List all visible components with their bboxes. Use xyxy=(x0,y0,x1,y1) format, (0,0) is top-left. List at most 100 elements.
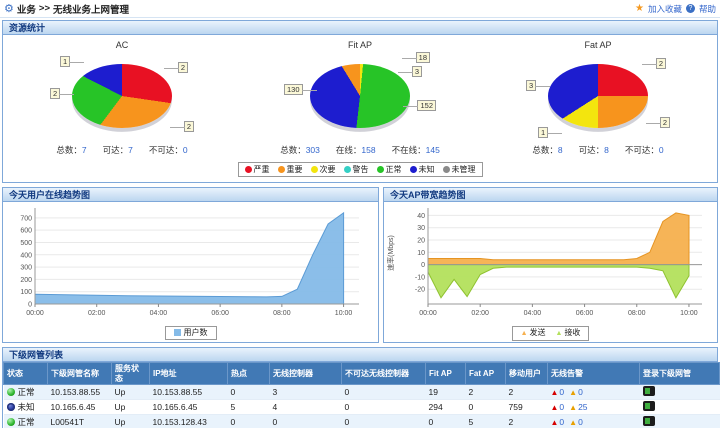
unreachable-controller-cell[interactable]: 0 xyxy=(342,400,426,415)
service-status-cell: Up xyxy=(112,415,150,428)
major-alarm-count[interactable]: 25 xyxy=(578,402,587,412)
status-unknown-icon xyxy=(7,403,15,411)
fat-ap-pie[interactable] xyxy=(548,64,648,128)
help-icon[interactable]: ? xyxy=(686,4,695,13)
fit-ap-pie-chart: 18 3 130 152 xyxy=(258,52,462,140)
svg-text:300: 300 xyxy=(20,265,32,272)
stat-label: 总数： xyxy=(56,145,82,155)
mobile-user-cell[interactable]: 2 xyxy=(506,415,548,428)
stat-value[interactable]: 8 xyxy=(604,145,609,155)
fit-ap-cell[interactable]: 0 xyxy=(426,415,466,428)
breadcrumb-root-link[interactable]: 业务 xyxy=(17,2,36,16)
login-nms-cell xyxy=(640,415,720,428)
fat-ap-pie-stats: 总数：8 可达：8 不可达：0 xyxy=(479,144,717,156)
critical-alarm-count[interactable]: 0 xyxy=(559,402,564,412)
pie-callout: 152 xyxy=(417,100,436,111)
fit-ap-cell[interactable]: 294 xyxy=(426,400,466,415)
nms-name-cell[interactable]: L00541T xyxy=(48,415,112,428)
fat-ap-pie-block: Fat AP 2 2 1 3 总数：8 可达：8 不可达：0 xyxy=(479,38,717,156)
mobile-user-cell[interactable]: 2 xyxy=(506,385,548,400)
hotspot-cell[interactable]: 0 xyxy=(228,415,270,428)
severity-dot-icon xyxy=(344,166,351,173)
severity-legend-item: 未知 xyxy=(410,164,435,175)
stat-value[interactable]: 158 xyxy=(361,145,375,155)
fit-ap-cell[interactable]: 19 xyxy=(426,385,466,400)
svg-text:06:00: 06:00 xyxy=(576,310,594,317)
svg-text:20: 20 xyxy=(417,238,425,245)
fit-ap-pie[interactable] xyxy=(310,64,410,128)
favorite-star-icon[interactable]: ★ xyxy=(635,3,644,14)
send-series-marker: ▲ xyxy=(521,330,528,337)
pie-callout: 2 xyxy=(660,117,670,128)
hotspot-cell[interactable]: 0 xyxy=(228,385,270,400)
critical-alarm-count[interactable]: 0 xyxy=(559,387,564,397)
major-alarm-count[interactable]: 0 xyxy=(578,387,583,397)
wireless-alarm-cell[interactable]: ▲0▲0 xyxy=(548,415,640,428)
status-normal-icon xyxy=(7,388,15,396)
pie-callout: 2 xyxy=(50,88,60,99)
severity-dot-icon xyxy=(278,166,285,173)
stat-value[interactable]: 8 xyxy=(558,145,563,155)
controller-cell[interactable]: 0 xyxy=(270,415,342,428)
table-row: 未知10.165.6.45Up10.165.6.455402940759▲0▲2… xyxy=(4,400,720,415)
svg-text:200: 200 xyxy=(20,277,32,284)
ap-bandwidth-trend-chart: -20-1001020304000:0002:0004:0006:0008:00… xyxy=(384,202,714,320)
nms-name-cell[interactable]: 10.165.6.45 xyxy=(48,400,112,415)
trend-row: 今天用户在线趋势图 010020030040050060070000:0002:… xyxy=(0,185,720,345)
breadcrumb-separator: >> xyxy=(39,3,50,14)
pie-callout: 2 xyxy=(178,62,188,73)
login-nms-cell xyxy=(640,385,720,400)
stat-value[interactable]: 0 xyxy=(183,145,188,155)
login-nms-icon[interactable] xyxy=(643,401,655,411)
add-favorite-link[interactable]: 加入收藏 xyxy=(648,3,682,15)
pie-callout: 3 xyxy=(412,66,422,77)
stat-label: 不可达： xyxy=(149,145,183,155)
svg-text:-10: -10 xyxy=(415,274,425,281)
user-trend-panel: 今天用户在线趋势图 010020030040050060070000:0002:… xyxy=(2,187,379,343)
status-cell: 正常 xyxy=(4,385,48,400)
severity-legend-item: 未管理 xyxy=(443,164,476,175)
controller-cell[interactable]: 4 xyxy=(270,400,342,415)
hotspot-cell[interactable]: 5 xyxy=(228,400,270,415)
wireless-alarm-cell[interactable]: ▲0▲0 xyxy=(548,385,640,400)
critical-alarm-icon: ▲ xyxy=(551,418,559,427)
stat-value[interactable]: 0 xyxy=(659,145,664,155)
column-header-3: IP地址 xyxy=(150,363,228,385)
stat-value[interactable]: 7 xyxy=(82,145,87,155)
stat-label: 总数： xyxy=(280,145,306,155)
stat-label: 可达： xyxy=(579,145,605,155)
svg-text:600: 600 xyxy=(20,228,32,235)
nms-name-cell[interactable]: 10.153.88.55 xyxy=(48,385,112,400)
svg-text:400: 400 xyxy=(20,252,32,259)
stat-value[interactable]: 7 xyxy=(128,145,133,155)
unreachable-controller-cell[interactable]: 0 xyxy=(342,415,426,428)
severity-legend-item: 次要 xyxy=(311,164,336,175)
stat-value[interactable]: 145 xyxy=(426,145,440,155)
ap-chart-legend: ▲发送 ▲接收 xyxy=(512,326,590,341)
svg-text:700: 700 xyxy=(20,215,32,222)
stat-label: 总数： xyxy=(532,145,558,155)
login-nms-icon[interactable] xyxy=(643,416,655,426)
ac-pie-stats: 总数：7 可达：7 不可达：0 xyxy=(3,144,241,156)
login-nms-icon[interactable] xyxy=(643,386,655,396)
controller-cell[interactable]: 3 xyxy=(270,385,342,400)
severity-legend-item: 严重 xyxy=(245,164,270,175)
ac-pie[interactable] xyxy=(72,64,172,128)
fat-ap-cell[interactable]: 2 xyxy=(466,385,506,400)
fat-ap-cell[interactable]: 5 xyxy=(466,415,506,428)
unreachable-controller-cell[interactable]: 0 xyxy=(342,385,426,400)
severity-dot-icon xyxy=(410,166,417,173)
critical-alarm-count[interactable]: 0 xyxy=(559,417,564,427)
stat-label: 在线： xyxy=(336,145,362,155)
critical-alarm-icon: ▲ xyxy=(551,388,559,397)
fat-ap-cell[interactable]: 0 xyxy=(466,400,506,415)
mobile-user-cell[interactable]: 759 xyxy=(506,400,548,415)
major-alarm-count[interactable]: 0 xyxy=(578,417,583,427)
stat-value[interactable]: 303 xyxy=(306,145,320,155)
svg-text:0: 0 xyxy=(28,302,32,309)
user-series-swatch xyxy=(174,329,181,336)
help-link[interactable]: 帮助 xyxy=(699,3,716,15)
column-header-11: 登录下级网管 xyxy=(640,363,720,385)
ac-pie-block: AC 1 2 2 2 总数：7 可达：7 不可达：0 xyxy=(3,38,241,156)
wireless-alarm-cell[interactable]: ▲0▲25 xyxy=(548,400,640,415)
